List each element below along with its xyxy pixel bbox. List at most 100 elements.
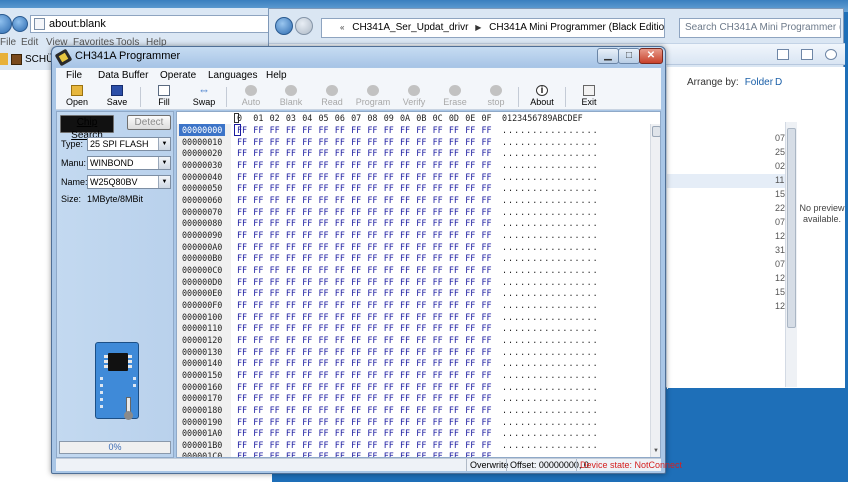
hex-byte[interactable]: FF [465, 136, 475, 148]
hex-byte[interactable]: FF [302, 159, 312, 171]
menu-languages[interactable]: Languages [208, 70, 258, 81]
hex-byte[interactable]: FF [253, 369, 263, 381]
hex-byte[interactable]: FF [351, 264, 361, 276]
hex-byte[interactable]: FF [367, 392, 377, 404]
hex-byte[interactable]: FF [286, 264, 296, 276]
hex-byte[interactable]: FF [433, 182, 443, 194]
hex-byte[interactable]: FF [270, 276, 280, 288]
hex-byte[interactable]: FF [270, 346, 280, 358]
hex-byte[interactable]: FF [253, 264, 263, 276]
hex-byte[interactable]: FF [270, 439, 280, 451]
hex-byte[interactable]: FF [253, 392, 263, 404]
hex-byte[interactable]: FF [335, 182, 345, 194]
exit-button[interactable]: Exit [571, 84, 607, 110]
hex-byte[interactable]: FF [351, 159, 361, 171]
hex-byte[interactable]: FF [416, 171, 426, 183]
hex-byte[interactable]: FF [400, 194, 410, 206]
hex-byte[interactable]: FF [384, 439, 394, 451]
hex-byte[interactable]: FF [433, 159, 443, 171]
hex-byte[interactable]: FF [449, 194, 459, 206]
hex-byte[interactable]: FF [433, 171, 443, 183]
hex-byte[interactable]: FF [384, 264, 394, 276]
hex-byte[interactable]: FF [433, 229, 443, 241]
hex-byte[interactable]: FF [465, 427, 475, 439]
ascii-cell[interactable]: ................ [502, 369, 599, 381]
hex-byte[interactable]: FF [449, 416, 459, 428]
hex-byte[interactable]: FF [367, 229, 377, 241]
hex-byte[interactable]: FF [237, 334, 247, 346]
ascii-cell[interactable]: ................ [502, 381, 599, 393]
hex-byte[interactable]: FF [253, 427, 263, 439]
hex-byte[interactable]: FF [384, 171, 394, 183]
hex-byte[interactable]: FF [384, 229, 394, 241]
hex-byte[interactable]: FF [253, 357, 263, 369]
hex-byte[interactable]: FF [237, 346, 247, 358]
ie-menu-file[interactable]: File [0, 37, 16, 48]
hex-byte[interactable]: FF [302, 241, 312, 253]
hex-byte[interactable]: FF [319, 427, 329, 439]
table-row[interactable]: 00000000 FF FF FF FF FF FF FF FF FF FF FF FF FF FF FF FF… [177, 124, 660, 136]
ascii-cell[interactable]: ................ [502, 217, 599, 229]
hex-byte[interactable]: FF [416, 427, 426, 439]
hex-byte[interactable]: FF [367, 404, 377, 416]
hex-byte[interactable]: FF [286, 287, 296, 299]
hex-byte[interactable]: FF [335, 124, 345, 136]
read-button[interactable]: Read [314, 84, 350, 110]
forward-button[interactable] [12, 16, 28, 32]
hex-byte[interactable]: FF [433, 322, 443, 334]
auto-button[interactable]: Auto [233, 84, 269, 110]
hex-byte[interactable]: FF [449, 334, 459, 346]
hex-byte[interactable]: FF [286, 171, 296, 183]
open-button[interactable]: Open [59, 84, 95, 110]
hex-byte[interactable]: FF [253, 404, 263, 416]
hex-byte[interactable]: FF [384, 299, 394, 311]
table-row[interactable]: 000000D0 FF FF FF FF FF FF FF FF FF FF FF FF FF FF FF FF… [177, 276, 660, 288]
table-row[interactable]: 00000020 FF FF FF FF FF FF FF FF FF FF FF FF FF FF FF FF… [177, 147, 660, 159]
hex-byte[interactable]: FF [416, 276, 426, 288]
breadcrumb-item[interactable]: CH341A Mini Programmer (Black Edition) [489, 22, 664, 33]
hex-byte[interactable]: FF [367, 299, 377, 311]
ascii-cell[interactable]: ................ [502, 171, 599, 183]
hex-byte[interactable]: FF [302, 311, 312, 323]
hex-byte[interactable]: FF [319, 252, 329, 264]
hex-byte[interactable]: FF [270, 124, 280, 136]
hex-byte[interactable]: FF [335, 381, 345, 393]
hex-byte[interactable]: FF [449, 276, 459, 288]
ascii-cell[interactable]: ................ [502, 392, 599, 404]
hex-byte[interactable]: FF [253, 439, 263, 451]
hex-byte[interactable]: FF [482, 450, 492, 457]
hex-byte[interactable]: FF [302, 124, 312, 136]
hex-byte[interactable]: FF [400, 241, 410, 253]
scroll-thumb[interactable] [652, 126, 660, 137]
hex-byte[interactable]: FF [416, 217, 426, 229]
hex-byte[interactable]: FF [302, 346, 312, 358]
hex-byte[interactable]: FF [465, 311, 475, 323]
hex-byte[interactable]: FF [286, 159, 296, 171]
arrange-by[interactable]: Arrange by: Folder [687, 77, 773, 88]
hex-byte[interactable]: FF [286, 229, 296, 241]
hex-byte[interactable]: FF [302, 229, 312, 241]
hex-byte[interactable]: FF [367, 252, 377, 264]
hex-byte[interactable]: FF [384, 182, 394, 194]
hex-byte[interactable]: FF [449, 136, 459, 148]
ascii-cell[interactable]: ................ [502, 404, 599, 416]
ascii-cell[interactable]: ................ [502, 357, 599, 369]
hex-byte[interactable]: FF [253, 229, 263, 241]
hex-byte[interactable]: FF [416, 264, 426, 276]
table-row[interactable]: 00000190 FF FF FF FF FF FF FF FF FF FF FF FF FF FF FF FF… [177, 416, 660, 428]
hex-byte[interactable]: FF [449, 252, 459, 264]
hex-byte[interactable]: FF [335, 346, 345, 358]
hex-byte[interactable]: FF [351, 450, 361, 457]
ascii-cell[interactable]: ................ [502, 427, 599, 439]
hex-byte[interactable]: FF [335, 206, 345, 218]
hex-byte[interactable]: FF [482, 206, 492, 218]
hex-byte[interactable]: FF [253, 124, 263, 136]
hex-byte[interactable]: FF [302, 404, 312, 416]
hex-byte[interactable]: FF [351, 241, 361, 253]
hex-byte[interactable]: FF [237, 136, 247, 148]
hex-byte[interactable]: FF [351, 136, 361, 148]
hex-byte[interactable]: FF [270, 369, 280, 381]
hex-byte[interactable]: FF [367, 450, 377, 457]
hex-byte[interactable]: FF [416, 450, 426, 457]
hex-byte[interactable]: FF [449, 299, 459, 311]
